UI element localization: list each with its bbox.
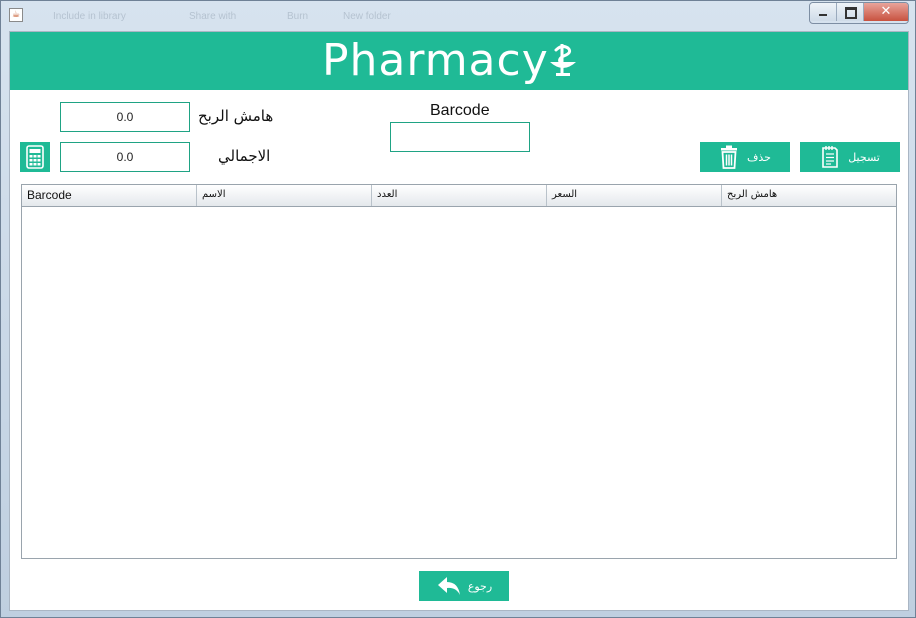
table-header: Barcode الاسم العدد السعر هامش الربح: [22, 185, 896, 207]
app-window: ☕ Include in library Share with Burn New…: [0, 0, 916, 618]
close-icon: ✕: [880, 4, 892, 19]
ghost-menu-item: Burn: [287, 11, 309, 22]
total-label: الاجمالي: [218, 147, 271, 165]
title-bar: ☕ Include in library Share with Burn New…: [1, 1, 915, 31]
profit-margin-label: هامش الربح: [198, 107, 274, 125]
maximize-icon: [845, 7, 857, 19]
trash-icon: [721, 145, 737, 169]
caduceus-bowl-icon: [550, 44, 576, 76]
column-header-quantity[interactable]: العدد: [372, 185, 547, 206]
delete-button[interactable]: حذف: [700, 142, 790, 172]
back-button[interactable]: رجوع: [419, 571, 509, 601]
close-button[interactable]: ✕: [864, 3, 908, 21]
header-banner: Pharmacy: [10, 32, 908, 90]
calculator-button[interactable]: [20, 142, 50, 172]
barcode-input[interactable]: [390, 122, 530, 152]
minimize-button[interactable]: [810, 3, 837, 21]
java-app-icon: ☕: [9, 8, 23, 22]
column-header-barcode[interactable]: Barcode: [22, 185, 197, 206]
register-button[interactable]: تسجيل: [800, 142, 900, 172]
minimize-icon: [819, 14, 827, 16]
calculator-icon: [26, 145, 44, 169]
delete-button-label: حذف: [747, 150, 771, 164]
main-panel: Pharmacy 0.0 هامش الربح 0.0 الاجمالي Bar…: [9, 31, 909, 611]
ghost-menu-item: Include in library: [53, 11, 126, 22]
maximize-button[interactable]: [837, 3, 864, 21]
items-table[interactable]: Barcode الاسم العدد السعر هامش الربح: [21, 184, 897, 559]
app-brand-title: Pharmacy: [322, 35, 549, 86]
total-field[interactable]: 0.0: [60, 142, 190, 172]
register-button-label: تسجيل: [848, 150, 880, 164]
window-controls: ✕: [809, 2, 909, 24]
ghost-menu-item: Share with: [189, 11, 237, 22]
barcode-label: Barcode: [430, 102, 490, 119]
ghost-menu-item: New folder: [343, 11, 391, 22]
column-header-profit-margin[interactable]: هامش الربح: [722, 185, 896, 206]
column-header-name[interactable]: الاسم: [197, 185, 372, 206]
column-header-price[interactable]: السعر: [547, 185, 722, 206]
back-button-label: رجوع: [467, 579, 493, 593]
back-arrow-icon: [437, 577, 460, 595]
notepad-icon: [822, 146, 838, 168]
profit-margin-field[interactable]: 0.0: [60, 102, 190, 132]
